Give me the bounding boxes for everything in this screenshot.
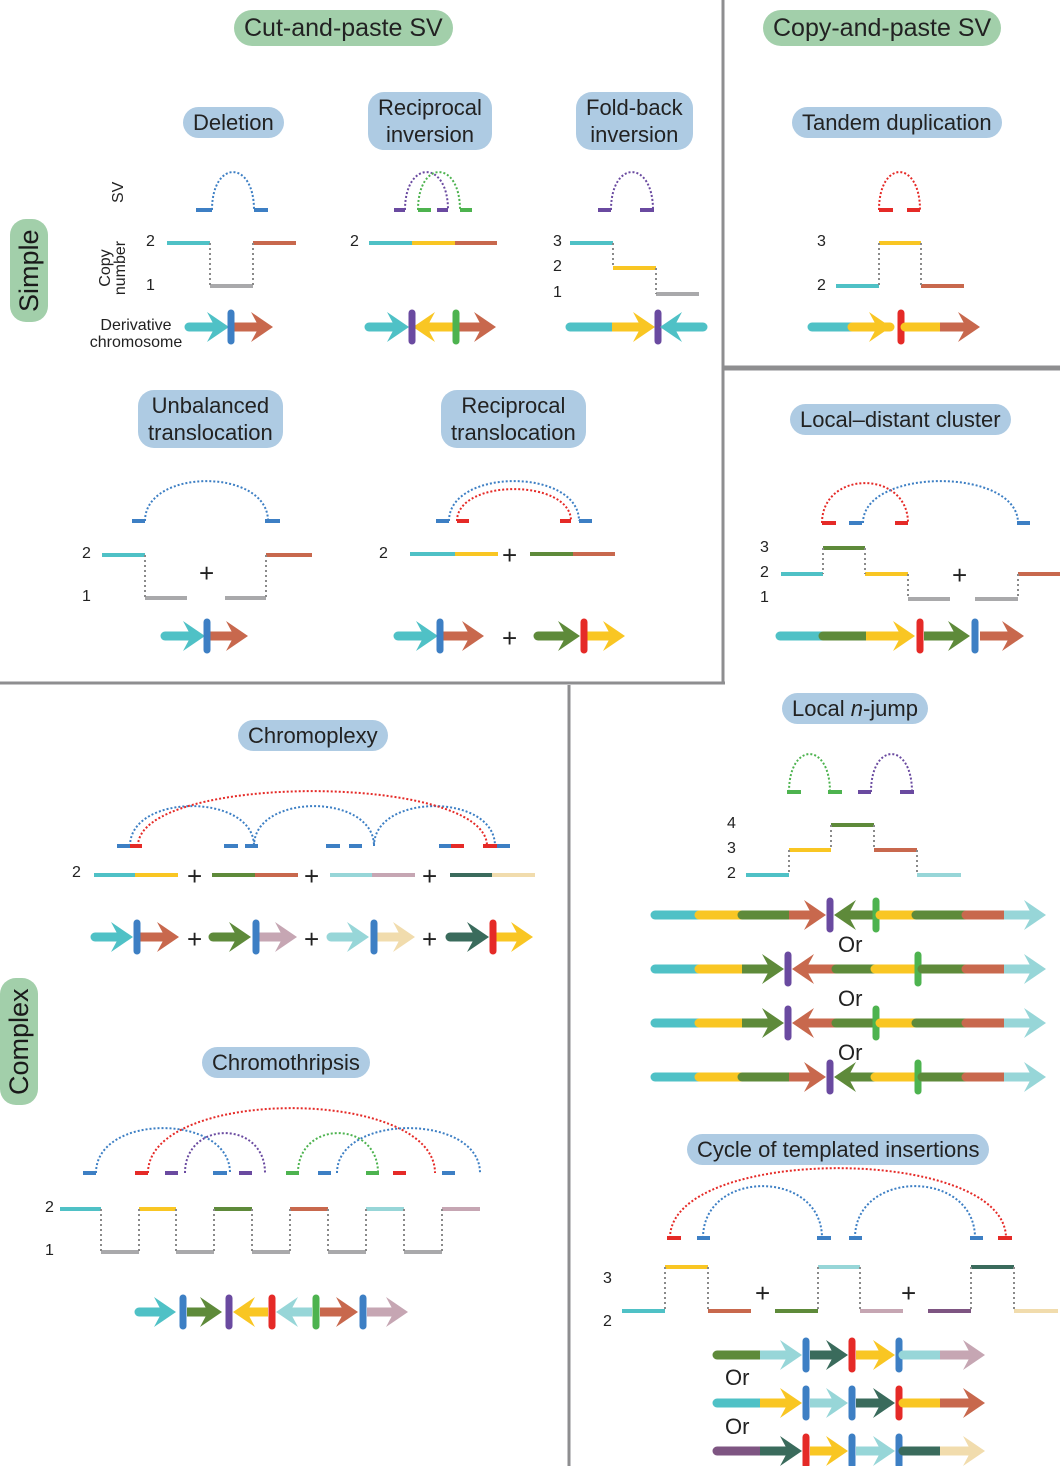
njump-or-3: Or (838, 1040, 863, 1065)
reciprocal-translocation-title: Reciprocal translocation (441, 390, 586, 448)
sv-arc (129, 805, 255, 847)
local-n-jump-title-pre: Local (792, 696, 851, 721)
foldback-inversion-title: Fold-back inversion (576, 92, 693, 150)
local-n-jump-title-post: -jump (862, 696, 918, 721)
sv-arc (137, 790, 488, 847)
reciprocal-inversion-title-line1: Reciprocal (378, 95, 482, 120)
sv-arc (144, 480, 269, 522)
unbalanced-translocation-title-line2: translocation (148, 420, 273, 445)
tandem-duplication-title: Tandem duplication (792, 107, 1002, 138)
ldc-cn-2: 2 (760, 564, 769, 581)
foldback-inversion-title-line1: Fold-back (586, 95, 683, 120)
recip-inv-cn-2: 2 (350, 233, 359, 250)
chromoplexy-deriv-plus-3: + (422, 924, 438, 954)
unbal-trans-cn-1: 1 (82, 588, 91, 605)
local-n-jump-title: Local n-jump (782, 693, 928, 724)
simple-label: Simple (10, 219, 48, 322)
deletion-cn-2: 2 (146, 233, 155, 250)
ldc-cn-3: 3 (760, 539, 769, 556)
chromothripsis-cn-1: 1 (45, 1242, 54, 1259)
unbalanced-translocation-title-line1: Unbalanced (151, 393, 270, 418)
chromoplexy-cn-plus-3: + (422, 861, 438, 891)
copy-number-line2: number (112, 240, 129, 296)
chromoplexy-deriv-plus-2: + (304, 924, 320, 954)
unbal-trans-cn-plus: + (199, 558, 215, 588)
recip-trans-cn-plus: + (502, 540, 518, 570)
cut-and-paste-header: Cut-and-paste SV (234, 10, 453, 46)
sv-arc (610, 171, 654, 211)
sv-diagram-canvas (0, 0, 1060, 1466)
local-n-jump-title-italic: n (850, 696, 863, 721)
sv-arc (669, 1167, 1007, 1239)
njump-cn-4: 4 (727, 815, 736, 832)
sv-arc (297, 1132, 379, 1174)
chromoplexy-cn-2: 2 (72, 864, 81, 881)
njump-or-1: Or (838, 932, 863, 957)
cycle-cn-3: 3 (603, 1270, 612, 1287)
derivative-chromosome-row-label: Derivative chromosome (76, 317, 196, 351)
cycle-cn-2: 2 (603, 1313, 612, 1330)
chromothripsis-title: Chromothripsis (202, 1047, 370, 1078)
ldc-cn-plus: + (952, 560, 968, 590)
sv-arc (147, 1107, 436, 1174)
reciprocal-inversion-title: Reciprocal inversion (368, 92, 492, 150)
deletion-cn-1: 1 (146, 277, 155, 294)
tandem-cn-2: 2 (817, 277, 826, 294)
local-distant-cluster-title: Local–distant cluster (790, 404, 1011, 435)
unbal-trans-cn-2: 2 (82, 545, 91, 562)
sv-arc (211, 171, 255, 211)
cycle-templated-title: Cycle of templated insertions (687, 1134, 990, 1165)
sv-arc (448, 480, 580, 522)
chromothripsis-cn-2: 2 (45, 1199, 54, 1216)
sv-arc (253, 805, 375, 847)
sv-arc (854, 1185, 976, 1239)
chromoplexy-cn-plus-2: + (304, 861, 320, 891)
sv-arc (870, 753, 913, 793)
sv-arc (336, 1127, 481, 1174)
njump-cn-3: 3 (727, 840, 736, 857)
cycle-or-2: Or (725, 1414, 750, 1439)
reciprocal-translocation-title-line2: translocation (451, 420, 576, 445)
foldback-inversion-title-line2: inversion (590, 122, 679, 147)
tandem-cn-3: 3 (817, 233, 826, 250)
chromoplexy-title: Chromoplexy (238, 720, 388, 751)
unbalanced-translocation-title: Unbalanced translocation (138, 390, 283, 448)
recip-trans-deriv-plus: + (502, 623, 518, 653)
sv-arc (788, 753, 831, 793)
foldback-cn-2: 2 (553, 258, 562, 275)
sv-arc (456, 488, 572, 522)
chromoplexy-deriv-plus-1: + (187, 924, 203, 954)
sv-arc (862, 480, 1019, 524)
sv-arc (878, 171, 921, 211)
sv-arc (184, 1132, 266, 1174)
cycle-cn-plus-2: + (901, 1278, 917, 1308)
sv-arc (821, 482, 909, 524)
deletion-title: Deletion (183, 107, 284, 138)
sv-row-label: SV (110, 181, 127, 203)
sv-arc (702, 1185, 823, 1239)
cycle-cn-plus-1: + (755, 1278, 771, 1308)
foldback-cn-1: 1 (553, 284, 562, 301)
cycle-or-1: Or (725, 1365, 750, 1390)
derivative-line2: chromosome (89, 334, 183, 351)
reciprocal-translocation-title-line1: Reciprocal (461, 393, 566, 418)
foldback-cn-3: 3 (553, 233, 562, 250)
njump-or-2: Or (838, 986, 863, 1011)
reciprocal-inversion-title-line2: inversion (385, 122, 474, 147)
derivative-line1: Derivative (100, 317, 172, 334)
copy-number-row-label: Copy number (97, 236, 129, 300)
copy-and-paste-header: Copy-and-paste SV (763, 10, 1002, 46)
chromoplexy-cn-plus-1: + (187, 861, 203, 891)
ldc-cn-1: 1 (760, 589, 769, 606)
complex-label: Complex (0, 978, 38, 1105)
njump-cn-2: 2 (727, 865, 736, 882)
recip-trans-cn-2: 2 (379, 545, 388, 562)
